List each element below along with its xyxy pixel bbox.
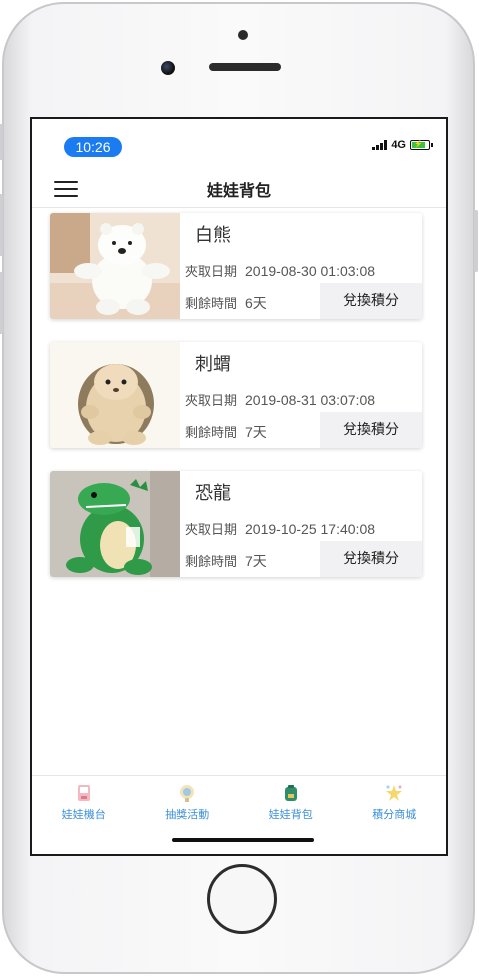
remaining-time-value: 7天 xyxy=(245,424,267,440)
catch-date-row: 夾取日期 2019-08-30 01:03:08 xyxy=(185,261,375,280)
tab-backpack[interactable]: 娃娃背包 xyxy=(239,776,343,836)
catch-date-value: 2019-08-30 01:03:08 xyxy=(245,263,376,279)
catch-date-row: 夾取日期 2019-10-25 17:40:08 xyxy=(185,519,375,538)
home-indicator xyxy=(172,838,314,842)
dinosaur-plush-image xyxy=(50,471,180,577)
catch-date-label: 夾取日期 xyxy=(185,394,238,409)
doll-name: 白熊 xyxy=(195,225,231,246)
doll-name: 恐龍 xyxy=(195,483,231,504)
claw-machine-icon xyxy=(77,785,90,801)
catch-date-row: 夾取日期 2019-08-31 03:07:08 xyxy=(185,390,375,409)
lottery-icon xyxy=(180,785,195,802)
tab-points-mall[interactable]: 積分商城 xyxy=(343,776,447,836)
mute-switch xyxy=(0,124,3,160)
status-indicators: 4G ⚡ xyxy=(372,139,433,151)
tab-label: 積分商城 xyxy=(372,808,417,821)
tab-lottery[interactable]: 抽獎活動 xyxy=(136,776,240,836)
battery-icon: ⚡ xyxy=(410,140,433,150)
exchange-points-button[interactable]: 兌換積分 xyxy=(320,412,422,448)
catch-date-value: 2019-08-31 03:07:08 xyxy=(245,392,376,408)
remaining-time-row: 剩餘時間 7天 xyxy=(185,551,267,571)
doll-name: 刺蝟 xyxy=(195,354,231,375)
remaining-time-label: 剩餘時間 xyxy=(185,297,238,312)
tab-claw-machine[interactable]: 娃娃機台 xyxy=(32,776,136,836)
hedgehog-plush-image xyxy=(50,342,180,448)
exchange-points-button[interactable]: 兌換積分 xyxy=(320,541,422,577)
app-screen: 10:26 4G ⚡ 娃娃背包 白熊 夾取日期 2019-08-30 01:03… xyxy=(30,117,448,856)
remaining-time-row: 剩餘時間 6天 xyxy=(185,293,267,313)
earpiece-speaker xyxy=(209,63,281,71)
catch-date-label: 夾取日期 xyxy=(185,265,238,280)
remaining-time-value: 6天 xyxy=(245,295,267,311)
white-bear-plush-image xyxy=(50,213,180,319)
remaining-time-label: 剩餘時間 xyxy=(185,555,238,570)
points-mall-icon xyxy=(386,785,403,801)
doll-card-white-bear: 白熊 夾取日期 2019-08-30 01:03:08 剩餘時間 6天 兌換積分 xyxy=(50,213,422,319)
backpack-icon xyxy=(284,785,297,801)
tab-label: 娃娃背包 xyxy=(268,808,313,821)
home-button[interactable] xyxy=(207,864,277,934)
exchange-points-button[interactable]: 兌換積分 xyxy=(320,283,422,319)
remaining-time-row: 剩餘時間 7天 xyxy=(185,422,267,442)
remaining-time-label: 剩餘時間 xyxy=(185,426,238,441)
catch-date-label: 夾取日期 xyxy=(185,523,238,538)
doll-card-dinosaur: 恐龍 夾取日期 2019-10-25 17:40:08 剩餘時間 7天 兌換積分 xyxy=(50,471,422,577)
power-button xyxy=(474,210,478,272)
tab-label: 娃娃機台 xyxy=(61,808,106,821)
bottom-tab-bar: 娃娃機台 抽獎活動 娃娃背包 積分商城 xyxy=(32,775,446,836)
status-time: 10:26 xyxy=(64,137,122,157)
signal-icon xyxy=(372,140,388,150)
network-type: 4G xyxy=(391,139,406,151)
doll-card-hedgehog: 刺蝟 夾取日期 2019-08-31 03:07:08 剩餘時間 7天 兌換積分 xyxy=(50,342,422,448)
proximity-sensor xyxy=(238,30,248,40)
front-camera xyxy=(161,61,175,75)
volume-up-button xyxy=(0,194,3,256)
page-title: 娃娃背包 xyxy=(206,181,271,200)
remaining-time-value: 7天 xyxy=(245,553,267,569)
volume-down-button xyxy=(0,272,3,334)
catch-date-value: 2019-10-25 17:40:08 xyxy=(245,521,376,537)
navigation-bar: 娃娃背包 xyxy=(32,171,446,208)
tab-label: 抽獎活動 xyxy=(165,808,210,821)
